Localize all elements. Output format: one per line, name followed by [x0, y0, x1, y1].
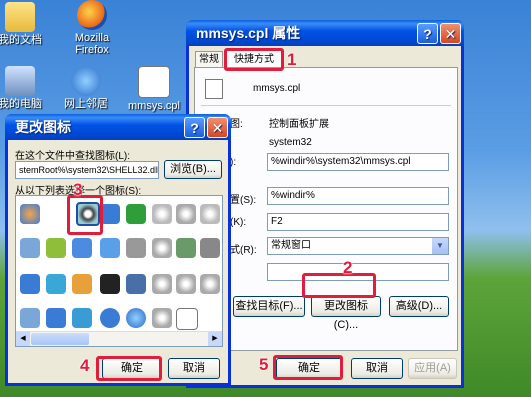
highlight-selected-icon	[67, 195, 103, 235]
shortcut-file-icon	[205, 79, 223, 99]
globe-2-icon[interactable]	[126, 308, 146, 328]
drive-icon[interactable]	[126, 238, 146, 258]
computer-icon	[5, 66, 35, 96]
disc-2-icon[interactable]	[200, 274, 220, 294]
help-button[interactable]: ?	[184, 117, 205, 138]
change-icon-dialog: 更改图标 ? ✕ 在这个文件中查找图标(L): stemRoot%\system…	[5, 114, 231, 386]
close-button[interactable]: ✕	[440, 23, 461, 44]
start-in-field[interactable]: %windir%	[267, 187, 449, 205]
users-icon[interactable]	[72, 274, 92, 294]
cd-rom-icon[interactable]	[152, 204, 172, 224]
pencil-icon[interactable]	[46, 308, 66, 328]
refresh-icon[interactable]	[46, 238, 66, 258]
desktop-icon-my-computer[interactable]: 我的电脑	[0, 66, 50, 110]
tab-general[interactable]: 常规	[195, 51, 223, 68]
folder-icon	[5, 2, 35, 32]
clipboard-icon[interactable]	[72, 238, 92, 258]
dvd-ram-icon[interactable]	[152, 308, 172, 328]
scroll-right-arrow[interactable]: ▶	[208, 332, 222, 346]
row-label-hotkey: (K):	[230, 217, 247, 228]
run-select[interactable]: 常规窗口 ▼	[267, 237, 449, 255]
firefox-icon	[77, 0, 107, 30]
cancel-button[interactable]: 取消	[351, 358, 403, 379]
target-field[interactable]: %windir%\system32\mmsys.cpl	[267, 153, 449, 171]
dialog-title: 更改图标	[15, 119, 71, 135]
people-icon[interactable]	[20, 204, 40, 224]
cd-rw-icon[interactable]	[152, 274, 172, 294]
step-number-2: 2	[343, 258, 353, 277]
desktop-icon-my-documents[interactable]: 我的文档	[0, 2, 50, 46]
highlight-change-icon	[302, 273, 376, 298]
shortcut-file-name: mmsys.cpl	[253, 83, 301, 94]
separator	[201, 105, 451, 106]
question-icon[interactable]	[100, 308, 120, 328]
power-icon[interactable]	[126, 274, 146, 294]
cd-r-icon[interactable]	[152, 238, 172, 258]
list-window-icon[interactable]	[176, 308, 198, 330]
change-icon-titlebar[interactable]: 更改图标 ? ✕	[5, 114, 231, 140]
globe-icon	[71, 66, 101, 96]
properties-titlebar[interactable]: mmsys.cpl 属性 ? ✕	[186, 20, 464, 46]
desktop-icon-firefox[interactable]: Mozilla Firefox	[62, 0, 122, 56]
help-button[interactable]: ?	[417, 23, 438, 44]
apply-button[interactable]: 应用(A)	[408, 358, 457, 379]
step-number-4: 4	[80, 356, 90, 375]
target-type-value: 控制面板扩展	[269, 119, 329, 130]
icon-list[interactable]: ◀ ▶	[15, 195, 223, 347]
window-title: mmsys.cpl 属性	[196, 25, 301, 41]
network-icon[interactable]	[20, 308, 40, 328]
desktop-icon-network[interactable]: 网上邻居	[56, 66, 116, 110]
dvd-r-icon[interactable]	[176, 274, 196, 294]
tab-panel: mmsys.cpl 图: 控制面板扩展 system32 ): %windir%…	[194, 67, 458, 351]
run-select-value: 常规窗口	[271, 240, 311, 251]
recycle-bin-icon[interactable]	[176, 238, 196, 258]
desktop-icon-mmsys[interactable]: mmsys.cpl	[124, 66, 184, 112]
step-number-3: 3	[73, 180, 83, 199]
chevron-down-icon: ▼	[432, 238, 448, 254]
row-label-type: 图:	[230, 119, 243, 130]
highlight-dialog-ok	[96, 356, 162, 381]
half-disc-icon[interactable]	[46, 274, 66, 294]
row-label-run: 式(R):	[230, 245, 257, 256]
advanced-button[interactable]: 高级(D)...	[389, 296, 449, 317]
change-icon-button[interactable]: 更改图标(C)...	[311, 296, 381, 331]
settings-icon[interactable]	[20, 238, 40, 258]
chat-icon[interactable]	[72, 308, 92, 328]
arrow-right-icon[interactable]	[126, 204, 146, 224]
row-label-start-in: 置(S):	[230, 195, 257, 206]
target-location-value: system32	[269, 137, 312, 148]
highlight-shortcut-tab	[224, 48, 284, 71]
highlight-props-ok	[273, 355, 343, 380]
black-window-icon[interactable]	[100, 274, 120, 294]
control-panel-icon	[138, 66, 170, 98]
dvd-icon[interactable]	[176, 204, 196, 224]
cancel-button[interactable]: 取消	[168, 358, 220, 379]
desktop: 我的文档 Mozilla Firefox 我的电脑 网上邻居 mmsys.cpl…	[0, 0, 531, 397]
window-icon[interactable]	[20, 274, 40, 294]
disc-icon[interactable]	[200, 204, 220, 224]
scroll-thumb[interactable]	[31, 333, 89, 345]
find-target-button[interactable]: 查找目标(F)...	[233, 296, 305, 317]
monitor-icon[interactable]	[100, 238, 120, 258]
printer-icon[interactable]	[200, 238, 220, 258]
browse-button[interactable]: 浏览(B)...	[164, 160, 222, 179]
step-number-5: 5	[259, 355, 269, 374]
icon-file-field[interactable]: stemRoot%\system32\SHELL32.dll	[15, 161, 159, 179]
close-button[interactable]: ✕	[207, 117, 228, 138]
help-icon[interactable]	[100, 204, 120, 224]
step-number-1: 1	[287, 50, 297, 69]
shortcut-key-field[interactable]: F2	[267, 213, 449, 231]
horizontal-scrollbar[interactable]: ◀ ▶	[16, 331, 222, 346]
scroll-left-arrow[interactable]: ◀	[16, 332, 30, 346]
file-label: 在这个文件中查找图标(L):	[15, 151, 130, 162]
